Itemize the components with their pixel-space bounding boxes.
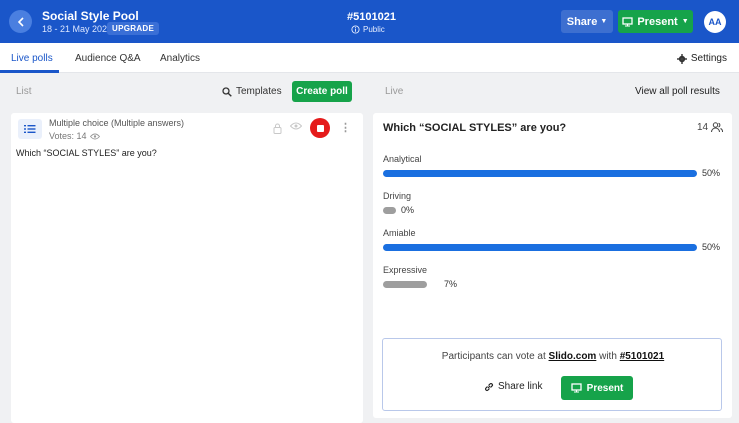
info-icon [351,25,360,34]
poll-list-panel: Multiple choice (Multiple answers) Votes… [11,113,363,423]
live-column-label: Live [385,86,404,97]
create-poll-button[interactable]: Create poll [292,81,352,102]
result-bar-amiable [383,244,697,251]
present-label: Present [586,382,624,394]
settings-label: Settings [690,53,727,64]
vote-info-box: Participants can vote at Slido.com with … [382,338,722,411]
stop-poll-button[interactable] [310,118,330,138]
poll-votes: Votes: 14 [49,131,100,141]
active-tab-indicator [0,70,59,73]
privacy-indicator[interactable]: Public [351,25,385,34]
result-percent-expressive: 7% [444,279,458,289]
poll-question[interactable]: Which “SOCIAL STYLES” are you? [16,148,157,158]
option-label-driving: Driving [383,191,412,201]
templates-button[interactable]: Templates [222,86,282,97]
live-poll-question: Which “SOCIAL STYLES” are you? [383,122,567,134]
vote-instructions: Participants can vote at Slido.com with … [383,351,723,362]
result-percent-driving: 0% [401,205,415,215]
share-link-label: Share link [498,381,543,392]
back-button[interactable] [9,10,32,33]
upgrade-badge[interactable]: UPGRADE [107,22,160,35]
present-button-header[interactable]: Present ▼ [618,10,693,33]
option-label-amiable: Amiable [383,228,416,238]
tab-live-polls[interactable]: Live polls [11,53,53,64]
eye-icon[interactable] [290,122,302,130]
result-bar-driving [383,207,396,214]
list-icon [18,119,42,139]
users-icon [711,122,724,133]
result-percent-analytical: 50% [702,168,721,178]
poll-votes-label: Votes: 14 [49,131,87,141]
share-link-button[interactable]: Share link [484,381,542,392]
privacy-label: Public [363,25,385,34]
live-results-panel: Which “SOCIAL STYLES” are you? 14 Analyt… [373,113,732,418]
participants-number: 14 [697,122,709,133]
poll-type: Multiple choice (Multiple answers) [49,118,185,128]
eye-icon [89,133,100,139]
stop-icon [316,124,324,132]
lock-icon[interactable] [273,123,282,134]
tab-bar: Live polls Audience Q&A Analytics Settin… [0,43,739,73]
link-icon [485,382,493,391]
result-bar-analytical [383,170,697,177]
chevron-left-icon [17,16,24,27]
templates-label: Templates [236,86,282,97]
tab-audience-qa[interactable]: Audience Q&A [75,53,141,64]
present-button[interactable]: Present [561,376,633,400]
participants-count: 14 [697,122,724,133]
vote-middle: with [599,351,617,362]
gear-icon [676,53,687,64]
option-label-analytical: Analytical [383,154,422,164]
chevron-down-icon: ▼ [600,18,608,25]
event-code[interactable]: #5101021 [347,11,396,23]
chevron-down-icon: ▼ [681,18,689,25]
option-label-expressive: Expressive [383,265,428,275]
view-all-results-link[interactable]: View all poll results [635,86,720,97]
search-icon [222,86,232,97]
screen-icon [622,16,633,26]
vote-prefix: Participants can vote at [441,351,546,362]
share-label: Share [566,15,598,28]
event-title[interactable]: Social Style Pool [42,9,139,23]
screen-icon [571,383,582,393]
more-options-icon[interactable]: ⋮ [340,121,351,134]
result-bar-expressive [383,281,427,288]
settings-button[interactable]: Settings [676,53,727,64]
user-avatar[interactable]: AA [704,11,726,33]
event-dates: 18 - 21 May 2023 [42,24,113,34]
list-column-label: List [16,86,32,97]
slido-link[interactable]: Slido.com [549,351,597,362]
top-header: Social Style Pool 18 - 21 May 2023 UPGRA… [0,0,739,43]
share-button[interactable]: Share ▼ [561,10,613,33]
event-code-link[interactable]: #5101021 [620,351,665,362]
present-label: Present [637,15,678,28]
result-percent-amiable: 50% [702,242,721,252]
tab-analytics[interactable]: Analytics [160,53,200,64]
